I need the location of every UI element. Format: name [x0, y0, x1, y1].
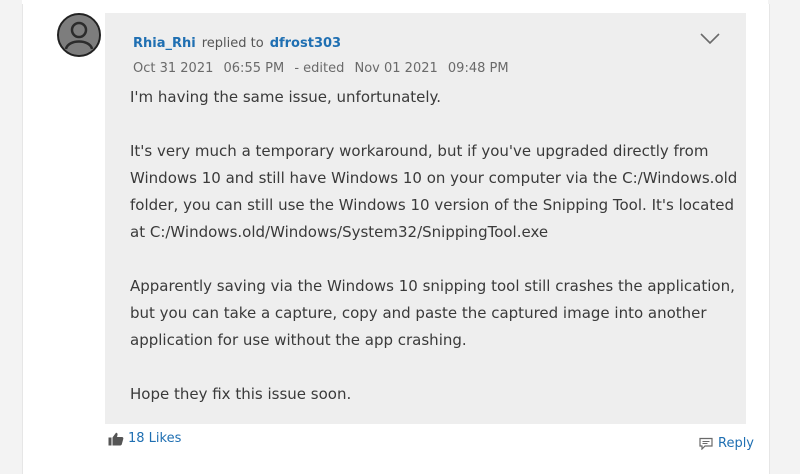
replied-to-user-link[interactable]: dfrost303: [270, 36, 341, 51]
replied-to-label: replied to: [201, 36, 264, 51]
edited-date: Nov 01 2021: [354, 61, 438, 76]
reply-bubble-icon: [699, 437, 713, 450]
edited-label: - edited: [294, 61, 345, 76]
post-message: I'm having the same issue, unfortunately…: [130, 84, 740, 435]
post-timestamp: Oct 31 2021 06:55 PM - edited Nov 01 202…: [133, 61, 515, 76]
post-paragraph: It's very much a temporary workaround, b…: [130, 142, 738, 241]
likes-count: 18 Likes: [128, 431, 182, 446]
user-avatar-icon[interactable]: [57, 13, 101, 57]
post-paragraph: I'm having the same issue, unfortunately…: [130, 88, 442, 106]
author-link[interactable]: Rhia_Rhi: [133, 36, 196, 51]
posted-date: Oct 31 2021: [133, 61, 214, 76]
post-paragraph: Hope they fix this issue soon.: [130, 385, 352, 403]
chevron-down-icon[interactable]: [697, 28, 723, 48]
reply-label: Reply: [718, 436, 755, 451]
likes-button[interactable]: 18 Likes: [108, 431, 181, 446]
post-paragraph: Apparently saving via the Windows 10 sni…: [130, 277, 735, 349]
edited-time: 09:48 PM: [447, 61, 509, 76]
reply-button[interactable]: Reply: [699, 436, 754, 451]
thumbs-up-icon: [108, 432, 124, 445]
posted-time: 06:55 PM: [223, 61, 285, 76]
post-header: Rhia_Rhi replied to dfrost303: [133, 36, 341, 51]
